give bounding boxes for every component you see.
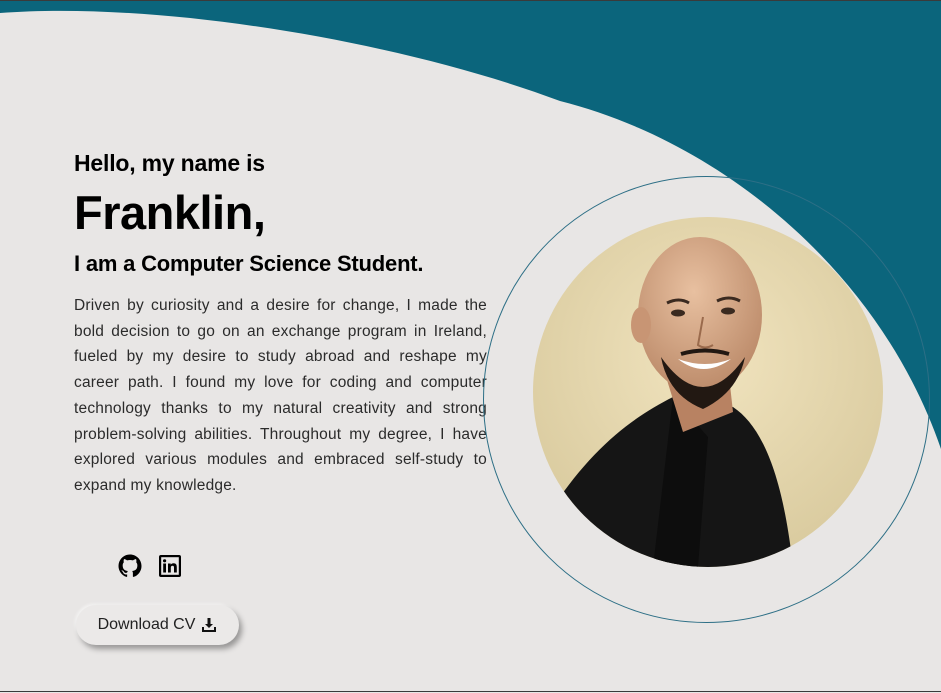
name-heading: Franklin, bbox=[74, 186, 266, 239]
social-links bbox=[118, 554, 182, 578]
linkedin-link[interactable] bbox=[158, 554, 182, 578]
profile-photo-illustration bbox=[533, 217, 883, 567]
role-subtitle: I am a Computer Science Student. bbox=[74, 251, 424, 276]
hero-text-section: Hello, my name is Franklin, I am a Compu… bbox=[74, 147, 487, 499]
greeting-text: Hello, my name is bbox=[74, 150, 265, 176]
download-cv-button[interactable]: Download CV bbox=[76, 605, 239, 645]
linkedin-icon bbox=[159, 555, 181, 577]
profile-photo bbox=[533, 217, 883, 567]
download-icon bbox=[202, 618, 217, 632]
download-cv-label: Download CV bbox=[97, 616, 196, 633]
bio-paragraph: Driven by curiosity and a desire for cha… bbox=[74, 297, 487, 494]
github-link[interactable] bbox=[118, 554, 142, 578]
github-icon bbox=[118, 554, 142, 577]
